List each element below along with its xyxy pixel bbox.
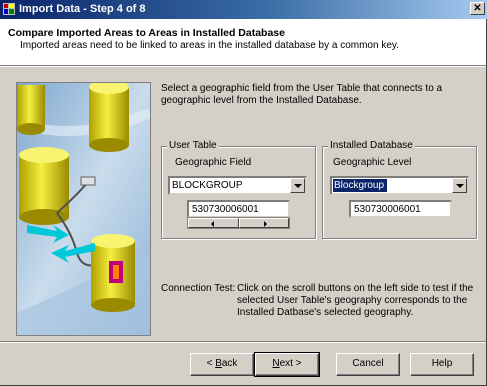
installed-database-group-label: Installed Database [328,140,415,151]
cancel-button-label: Cancel [352,358,384,369]
geographic-level-dropdown[interactable]: Blockgroup [330,176,469,195]
back-button-mnemonic: B [215,358,222,369]
help-button[interactable]: Help [410,353,474,376]
import-data-dialog: Import Data - Step 4 of 8 ✕ Compare Impo… [0,0,487,386]
database-import-icon [3,3,15,15]
geographic-field-value: BLOCKGROUP [172,180,243,191]
scroll-left-button[interactable] [188,218,239,228]
scroll-right-button[interactable] [238,218,289,228]
next-button-label: ext > [279,358,302,369]
geographic-field-dropdown[interactable]: BLOCKGROUP [168,176,307,195]
connection-test-label: Connection Test: [161,283,236,294]
back-button[interactable]: < Back [190,353,254,376]
header-divider [0,66,486,67]
user-table-sample-value: 530730006001 [192,204,259,215]
installed-db-sample-field: 530730006001 [349,200,452,218]
step-description: Imported areas need to be linked to area… [20,40,399,51]
user-table-group-label: User Table [167,140,219,151]
button-separator [0,341,486,343]
step-title: Compare Imported Areas to Areas in Insta… [8,27,285,39]
wizard-header: Compare Imported Areas to Areas in Insta… [0,19,486,66]
geographic-level-value: Blockgroup [333,179,388,192]
back-button-prefix: < [206,358,216,369]
chevron-down-icon[interactable] [290,178,305,193]
geographic-field-label: Geographic Field [175,157,252,168]
next-button[interactable]: Next > [254,352,320,377]
back-button-label: ack [221,358,238,369]
help-button-label: Help [431,358,453,369]
close-icon: ✕ [473,3,482,14]
user-table-sample-field: 530730006001 [187,200,290,218]
installed-db-sample-value: 530730006001 [354,204,421,215]
connection-test-text: Click on the scroll buttons on the left … [237,283,474,318]
geographic-level-label: Geographic Level [333,157,412,168]
user-table-scrollbar[interactable] [187,217,290,229]
database-cylinders-illustration [16,82,151,336]
window-title: Import Data - Step 4 of 8 [19,3,146,15]
chevron-down-icon[interactable] [452,178,467,193]
title-bar: Import Data - Step 4 of 8 ✕ [0,0,487,19]
instructions-text: Select a geographic field from the User … [161,83,443,106]
cancel-button[interactable]: Cancel [336,353,400,376]
close-button[interactable]: ✕ [470,2,485,15]
next-button-mnemonic: N [272,358,280,369]
illustration-graphic [17,83,150,335]
